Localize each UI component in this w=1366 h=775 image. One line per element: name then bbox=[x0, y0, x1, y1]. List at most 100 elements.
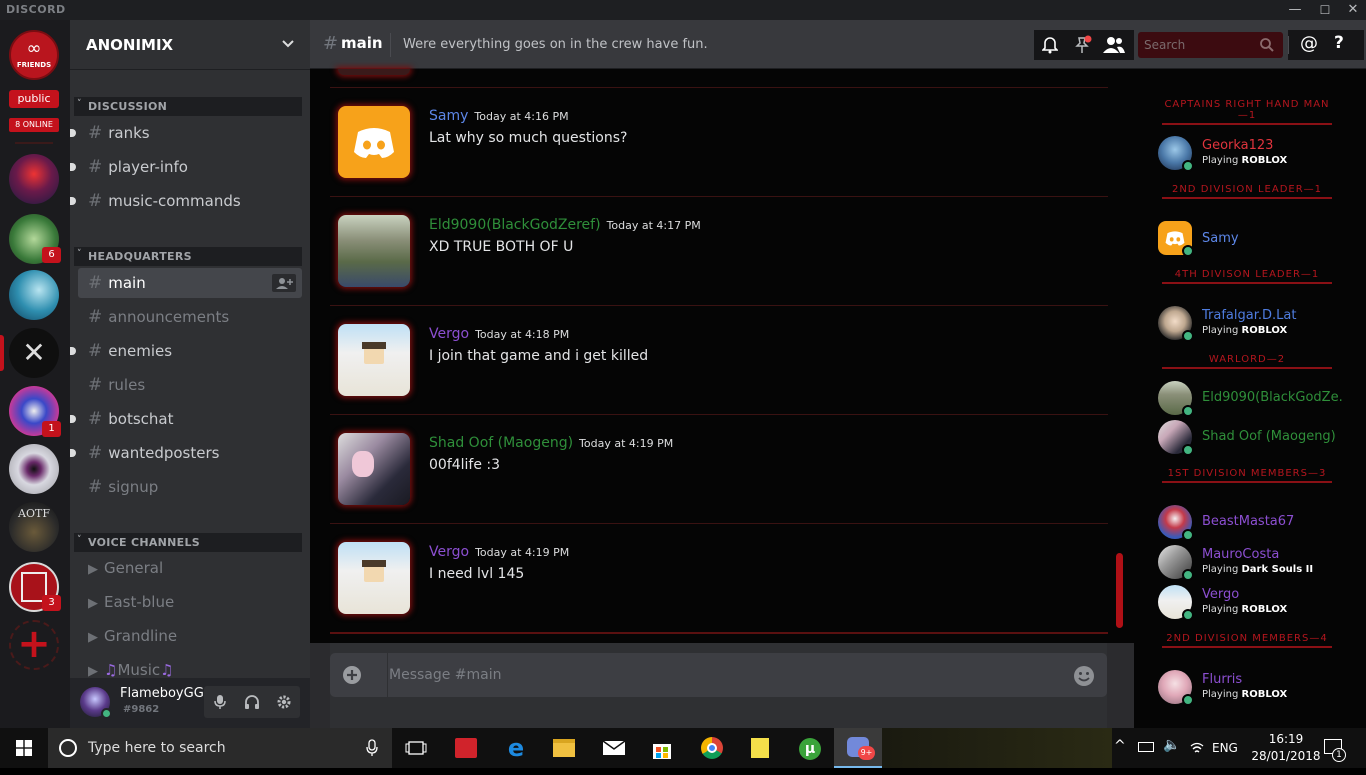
chevron-up-icon[interactable]: ^ bbox=[1114, 738, 1126, 754]
guild-icon[interactable] bbox=[9, 444, 59, 494]
role-header: WARLORD—2 bbox=[1162, 354, 1332, 369]
member-item[interactable]: Eld9090(BlackGodZe... bbox=[1158, 381, 1342, 417]
settings-gear-icon[interactable] bbox=[276, 694, 292, 710]
channel-enemies[interactable]: # enemies bbox=[70, 336, 302, 366]
channel-wantedposters[interactable]: # wantedposters bbox=[70, 438, 302, 468]
member-item[interactable]: BeastMasta67 bbox=[1158, 505, 1338, 541]
member-name: Flurris bbox=[1202, 672, 1243, 687]
voice-channel-east-blue[interactable]: ▶ East-blue bbox=[78, 588, 302, 618]
store-icon[interactable] bbox=[638, 728, 686, 768]
channel-botschat[interactable]: # botschat bbox=[70, 404, 302, 434]
author-name[interactable]: Vergo bbox=[429, 544, 469, 560]
edge-browser-icon[interactable]: e bbox=[492, 728, 540, 768]
mail-icon[interactable] bbox=[590, 728, 638, 768]
help-icon[interactable]: ? bbox=[1334, 33, 1344, 53]
friends-button[interactable]: ∞ FRIENDS bbox=[9, 30, 59, 80]
plus-icon: + bbox=[17, 621, 51, 667]
search-input[interactable]: Search bbox=[1138, 32, 1283, 58]
role-header: 4TH DIVISON LEADER—1 bbox=[1162, 269, 1332, 284]
mention-icon[interactable]: @ bbox=[1300, 33, 1318, 54]
wifi-icon[interactable] bbox=[1190, 741, 1204, 755]
file-explorer-icon[interactable] bbox=[540, 728, 588, 768]
upload-button[interactable] bbox=[330, 653, 388, 697]
member-list-icon[interactable] bbox=[1102, 36, 1126, 54]
message-input[interactable]: Message #main bbox=[330, 653, 1107, 697]
sticky-notes-icon[interactable] bbox=[736, 728, 784, 768]
maximize-button[interactable]: ☐ bbox=[1310, 0, 1340, 20]
channel-player-info[interactable]: # player-info bbox=[70, 152, 302, 182]
add-server-button[interactable]: + bbox=[9, 620, 59, 670]
channel-rules[interactable]: # rules bbox=[78, 370, 302, 400]
voice-channel-general[interactable]: ▶ General bbox=[78, 554, 302, 584]
avatar[interactable] bbox=[338, 433, 410, 505]
task-view-icon[interactable] bbox=[392, 728, 440, 768]
taskbar-search-input[interactable]: Type here to search bbox=[48, 728, 392, 768]
member-item[interactable]: Shad Oof (Maogeng) bbox=[1158, 420, 1338, 456]
author-name[interactable]: Vergo bbox=[429, 326, 469, 342]
voice-channel-grandline[interactable]: ▶ Grandline bbox=[78, 622, 302, 652]
scrollbar-thumb[interactable] bbox=[1116, 553, 1123, 628]
member-item[interactable]: Flurris Playing ROBLOX bbox=[1158, 670, 1338, 706]
channel-label: botschat bbox=[108, 410, 174, 428]
message: Vergo Today at 4:18 PM I join that game a… bbox=[330, 305, 1108, 414]
clock-date[interactable]: 28/01/2018 bbox=[1244, 749, 1328, 763]
avatar[interactable] bbox=[338, 324, 410, 396]
member-item[interactable]: Georka123 Playing ROBLOX bbox=[1158, 136, 1338, 172]
channel-music-commands[interactable]: # music-commands bbox=[70, 186, 302, 216]
message-author[interactable]: Vergo Today at 4:18 PM bbox=[429, 326, 569, 342]
chrome-icon[interactable] bbox=[688, 728, 736, 768]
hash-icon: # bbox=[88, 443, 103, 463]
member-item[interactable]: Trafalgar.D.Lat Playing ROBLOX bbox=[1158, 306, 1338, 342]
category-headquarters[interactable]: ˅ HEADQUARTERS bbox=[74, 247, 302, 266]
author-name[interactable]: Shad Oof (Maogeng) bbox=[429, 435, 573, 451]
invite-icon[interactable] bbox=[272, 274, 296, 292]
channel-signup[interactable]: # signup bbox=[78, 472, 302, 502]
online-status-dot bbox=[1182, 405, 1194, 417]
avatar[interactable] bbox=[338, 542, 410, 614]
input-language[interactable]: ENG bbox=[1212, 741, 1238, 755]
headphones-icon[interactable] bbox=[244, 694, 260, 710]
avatar[interactable] bbox=[338, 106, 410, 178]
member-item[interactable]: Vergo Playing ROBLOX bbox=[1158, 585, 1338, 621]
guild-icon[interactable] bbox=[9, 270, 59, 320]
volume-icon[interactable]: 🔈 bbox=[1163, 737, 1180, 753]
avatar[interactable] bbox=[338, 215, 410, 287]
message-author[interactable]: Vergo Today at 4:19 PM bbox=[429, 544, 569, 560]
author-name[interactable]: Eld9090(BlackGodZeref) bbox=[429, 217, 601, 233]
cortana-icon bbox=[59, 739, 77, 757]
guild-icon[interactable]: ✕ bbox=[9, 328, 59, 378]
message-composer: Message #main bbox=[330, 643, 1107, 728]
voice-channel-music[interactable]: ▶ ♫Music♫ bbox=[78, 656, 302, 678]
close-button[interactable]: ✕ bbox=[1338, 0, 1366, 20]
online-status-dot bbox=[1182, 529, 1194, 541]
minimize-button[interactable]: — bbox=[1280, 0, 1310, 20]
author-name[interactable]: Samy bbox=[429, 108, 468, 124]
clock-time[interactable]: 16:19 bbox=[1258, 732, 1314, 746]
message-author[interactable]: Samy Today at 4:16 PM bbox=[429, 108, 569, 124]
reader-app-icon[interactable] bbox=[442, 728, 490, 768]
utorrent-icon[interactable]: µ bbox=[786, 728, 834, 768]
member-item[interactable]: MauroCosta Playing Dark Souls II bbox=[1158, 545, 1338, 581]
category-label: HEADQUARTERS bbox=[88, 250, 192, 263]
server-header[interactable]: ANONIMIX bbox=[70, 20, 310, 70]
microphone-icon[interactable] bbox=[213, 694, 227, 710]
guild-icon[interactable]: AOTF bbox=[9, 502, 59, 552]
channel-label: player-info bbox=[108, 158, 188, 176]
guild-icon[interactable] bbox=[9, 154, 59, 204]
message-author[interactable]: Eld9090(BlackGodZeref) Today at 4:17 PM bbox=[429, 217, 701, 233]
online-count: 8 ONLINE bbox=[9, 118, 59, 132]
channel-main[interactable]: # main bbox=[78, 268, 302, 298]
channel-announcements[interactable]: # announcements bbox=[78, 302, 302, 332]
emoji-icon[interactable] bbox=[1073, 665, 1095, 687]
battery-icon[interactable] bbox=[1138, 742, 1154, 752]
message-author[interactable]: Shad Oof (Maogeng) Today at 4:19 PM bbox=[429, 435, 673, 451]
channel-ranks[interactable]: # ranks bbox=[70, 118, 302, 148]
discord-taskbar-icon[interactable]: 9+ bbox=[834, 728, 882, 768]
start-button[interactable] bbox=[0, 728, 48, 768]
hash-icon: # bbox=[88, 307, 103, 327]
category-voice-channels[interactable]: ˅ VOICE CHANNELS bbox=[74, 533, 302, 552]
category-discussion[interactable]: ˅ DISCUSSION bbox=[74, 97, 302, 116]
bell-icon[interactable] bbox=[1042, 36, 1058, 54]
pin-icon[interactable] bbox=[1074, 35, 1092, 55]
member-item[interactable]: Samy bbox=[1158, 221, 1338, 257]
